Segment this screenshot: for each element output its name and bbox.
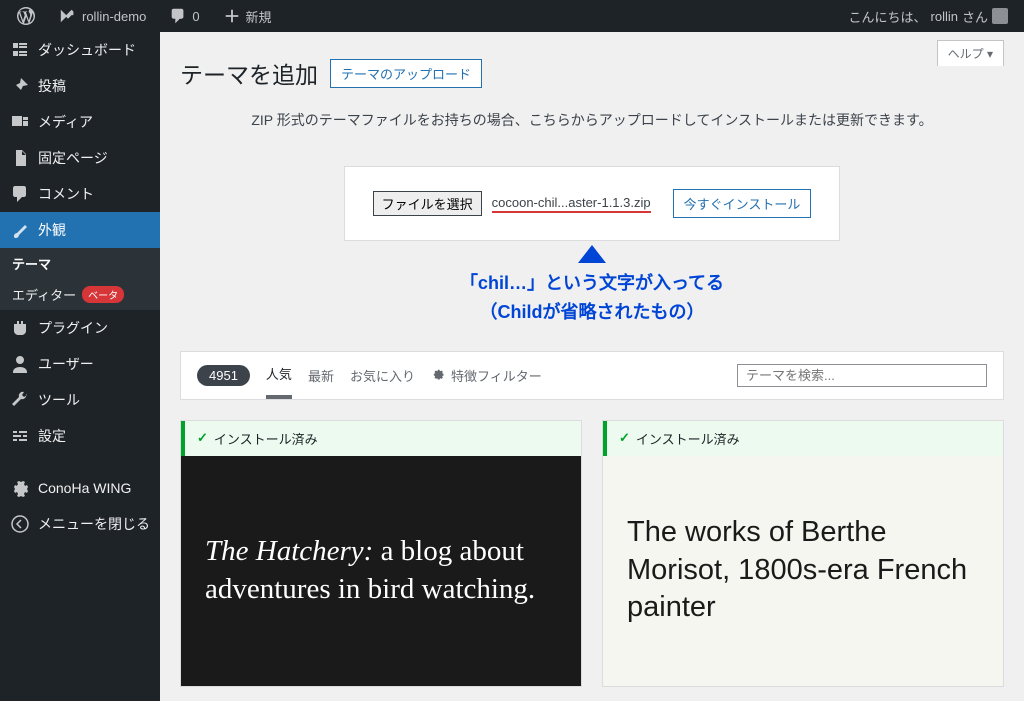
- filter-latest[interactable]: 最新: [308, 366, 334, 397]
- submenu-themes[interactable]: テーマ: [0, 248, 160, 279]
- submenu-editor[interactable]: エディターベータ: [0, 279, 160, 310]
- media-icon: [10, 112, 30, 132]
- gear-icon: [10, 478, 30, 498]
- filter-popular[interactable]: 人気: [266, 364, 292, 399]
- comment-count: 0: [192, 9, 199, 24]
- upload-form: ファイルを選択 cocoon-chil...aster-1.1.3.zip 今す…: [344, 166, 841, 241]
- pin-icon: [10, 76, 30, 96]
- gear-icon: [431, 367, 445, 384]
- site-name-text: rollin-demo: [82, 9, 146, 24]
- user-icon: [10, 354, 30, 374]
- sidebar-item-comments[interactable]: コメント: [0, 176, 160, 212]
- theme-card[interactable]: ✓インストール済み The works of Berthe Morisot, 1…: [602, 420, 1004, 687]
- theme-search-input[interactable]: [737, 364, 987, 387]
- dashboard-icon: [10, 40, 30, 60]
- admin-sidebar: ダッシュボード 投稿 メディア 固定ページ コメント 外観 テーマ エディターベ…: [0, 32, 160, 701]
- filter-favorites[interactable]: お気に入り: [350, 366, 415, 397]
- file-select-button[interactable]: ファイルを選択: [373, 191, 482, 216]
- themes-grid: ✓インストール済み The Hatchery: a blog about adv…: [180, 420, 1004, 687]
- sidebar-item-plugins[interactable]: プラグイン: [0, 310, 160, 346]
- wrench-icon: [10, 390, 30, 410]
- sidebar-item-media[interactable]: メディア: [0, 104, 160, 140]
- theme-preview: The Hatchery: a blog about adventures in…: [181, 456, 581, 686]
- theme-card[interactable]: ✓インストール済み The Hatchery: a blog about adv…: [180, 420, 582, 687]
- sidebar-item-posts[interactable]: 投稿: [0, 68, 160, 104]
- sidebar-item-dashboard[interactable]: ダッシュボード: [0, 32, 160, 68]
- theme-filter-bar: 4951 人気 最新 お気に入り 特徴フィルター: [180, 351, 1004, 400]
- upload-theme-button[interactable]: テーマのアップロード: [330, 59, 482, 88]
- greeting-text: こんにちは、: [849, 7, 927, 26]
- sidebar-collapse[interactable]: メニューを閉じる: [0, 506, 160, 542]
- theme-count: 4951: [197, 365, 250, 386]
- sidebar-item-appearance[interactable]: 外観: [0, 212, 160, 248]
- check-icon: ✓: [619, 430, 630, 446]
- sidebar-item-settings[interactable]: 設定: [0, 418, 160, 454]
- help-tab[interactable]: ヘルプ ▾: [937, 40, 1004, 66]
- selected-file-name: cocoon-chil...aster-1.1.3.zip: [492, 195, 651, 213]
- wp-logo[interactable]: [8, 0, 44, 32]
- avatar-icon: [992, 8, 1008, 24]
- comment-icon: [10, 184, 30, 204]
- upload-instructions: ZIP 形式のテーマファイルをお持ちの場合、こちらからアップロードしてインストー…: [180, 110, 1004, 130]
- feature-filter[interactable]: 特徴フィルター: [431, 366, 542, 385]
- page-icon: [10, 148, 30, 168]
- main-content: ヘルプ ▾ テーマを追加 テーマのアップロード ZIP 形式のテーマファイルをお…: [160, 32, 1024, 701]
- installed-badge: ✓インストール済み: [603, 421, 1003, 456]
- install-now-button[interactable]: 今すぐインストール: [673, 189, 812, 218]
- theme-preview: The works of Berthe Morisot, 1800s-era F…: [603, 456, 1003, 686]
- comments-link[interactable]: 0: [160, 0, 207, 32]
- new-content-link[interactable]: 新規: [214, 0, 280, 32]
- admin-toolbar: rollin-demo 0 新規 こんにちは、rollin さん: [0, 0, 1024, 32]
- annotation-text: 「chil…」という文字が入ってる （Childが省略されたもの）: [180, 269, 1004, 327]
- my-account[interactable]: こんにちは、rollin さん: [841, 0, 1017, 32]
- installed-badge: ✓インストール済み: [181, 421, 581, 456]
- check-icon: ✓: [197, 430, 208, 446]
- collapse-icon: [10, 514, 30, 534]
- site-name-link[interactable]: rollin-demo: [50, 0, 154, 32]
- annotation-arrow-icon: [578, 245, 606, 263]
- brush-icon: [10, 220, 30, 240]
- sidebar-item-tools[interactable]: ツール: [0, 382, 160, 418]
- sidebar-item-users[interactable]: ユーザー: [0, 346, 160, 382]
- sidebar-item-pages[interactable]: 固定ページ: [0, 140, 160, 176]
- sidebar-item-conoha[interactable]: ConoHa WING: [0, 470, 160, 506]
- appearance-submenu: テーマ エディターベータ: [0, 248, 160, 310]
- new-label: 新規: [246, 7, 272, 26]
- username-text: rollin: [931, 9, 958, 24]
- sliders-icon: [10, 426, 30, 446]
- beta-badge: ベータ: [82, 286, 124, 303]
- plugin-icon: [10, 318, 30, 338]
- page-title: テーマを追加: [180, 56, 318, 90]
